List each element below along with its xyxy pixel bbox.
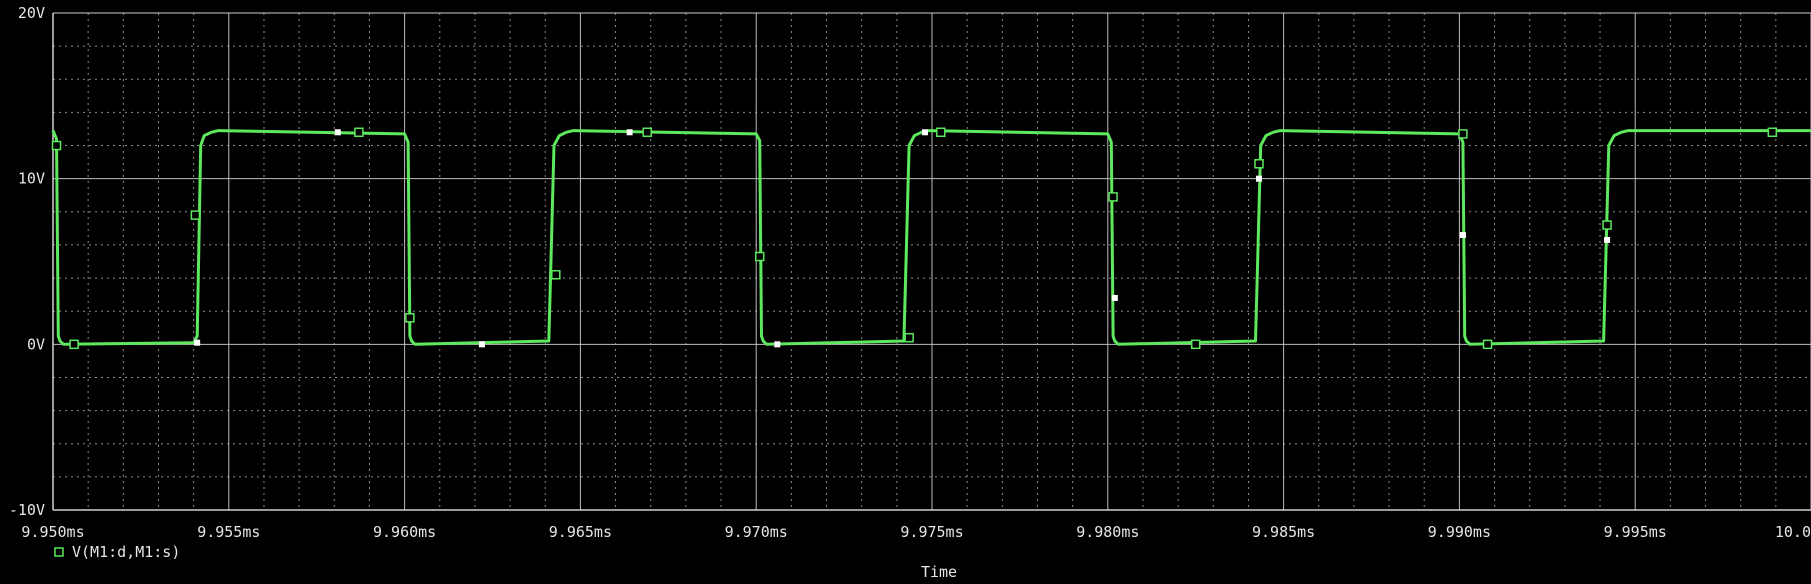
- series-marker-square: [69, 339, 79, 350]
- x-axis-label: Time: [921, 563, 957, 581]
- series-marker-square: [1602, 220, 1612, 230]
- series-marker-square: [405, 313, 415, 323]
- cursor-point-marker: [626, 129, 633, 136]
- series-marker-square: [51, 140, 62, 151]
- x-tick-label: 9.960ms: [373, 523, 436, 541]
- x-tick-label: 9.970ms: [725, 523, 788, 541]
- series-marker-square: [354, 127, 364, 138]
- cursor-point-marker: [194, 339, 201, 346]
- series-marker-square: [1458, 129, 1468, 139]
- x-tick-label: 9.995ms: [1604, 523, 1667, 541]
- y-tick-label: -10V: [9, 501, 45, 519]
- cursor-point-marker: [1604, 236, 1611, 243]
- series-marker-square: [1482, 339, 1493, 350]
- x-tick-label: 9.955ms: [197, 523, 260, 541]
- x-tick-label: 9.990ms: [1428, 523, 1491, 541]
- y-tick-label: 0V: [27, 335, 45, 353]
- series-marker-square: [936, 127, 946, 138]
- series-marker-square: [1254, 159, 1264, 169]
- cursor-point-marker: [1459, 231, 1466, 238]
- x-tick-label: 9.980ms: [1076, 523, 1139, 541]
- cursor-point-marker: [1111, 294, 1118, 301]
- series-marker-square: [1108, 192, 1118, 202]
- series-marker-square: [904, 332, 914, 343]
- cursor-point-marker: [774, 341, 781, 348]
- series-marker-square: [1190, 339, 1201, 350]
- y-tick-label: 20V: [18, 4, 45, 22]
- series-marker-square: [190, 210, 201, 220]
- cursor-point-marker: [1255, 175, 1262, 182]
- x-tick-label: 9.975ms: [900, 523, 963, 541]
- x-tick-label: 9.985ms: [1252, 523, 1315, 541]
- legend-series-label: V(M1:d,M1:s): [72, 543, 180, 561]
- series-marker-square: [754, 251, 765, 262]
- x-tick-label: 9.965ms: [549, 523, 612, 541]
- y-tick-label: 10V: [18, 170, 45, 188]
- series-marker-square: [642, 127, 652, 138]
- waveform-plot: -10V 0V 10V 20V 9.950ms 9.955ms 9.960ms 9.965m…: [0, 0, 1811, 584]
- legend: V(M1:d,M1:s): [54, 543, 180, 561]
- x-tick-label: 10.000ms: [1775, 523, 1811, 541]
- x-tick-label: 9.950ms: [21, 523, 84, 541]
- series-marker-square: [551, 270, 561, 280]
- cursor-point-marker: [478, 341, 485, 348]
- series-marker-square: [1767, 127, 1778, 138]
- cursor-point-marker: [334, 129, 341, 136]
- cursor-point-marker: [921, 129, 928, 136]
